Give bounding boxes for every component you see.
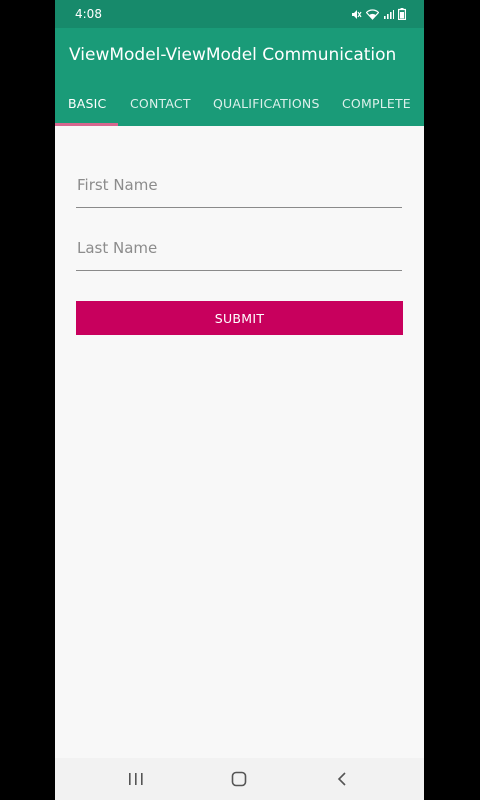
mute-icon xyxy=(351,9,362,20)
submit-button[interactable]: SUBMIT xyxy=(76,301,403,335)
app-title: ViewModel-ViewModel Communication xyxy=(69,45,397,65)
back-icon[interactable] xyxy=(333,770,353,788)
status-icons xyxy=(351,8,406,20)
form-content: SUBMIT xyxy=(55,126,424,758)
tab-contact[interactable]: CONTACT xyxy=(130,96,191,111)
tab-basic[interactable]: BASIC xyxy=(68,96,106,111)
wifi-icon xyxy=(366,8,379,20)
battery-icon xyxy=(398,8,406,20)
signal-icon xyxy=(383,9,394,20)
system-nav-bar xyxy=(55,758,424,800)
app-bar: ViewModel-ViewModel Communication BASIC … xyxy=(55,28,424,126)
last-name-field[interactable] xyxy=(76,231,402,271)
recents-icon[interactable] xyxy=(126,770,146,788)
phone-screen: 4:08 ViewModel-ViewModel Communication B… xyxy=(55,0,424,800)
status-bar: 4:08 xyxy=(55,0,424,28)
first-name-field[interactable] xyxy=(76,168,402,208)
tab-complete[interactable]: COMPLETE xyxy=(342,96,411,111)
home-icon[interactable] xyxy=(229,770,249,788)
tab-qualifications[interactable]: QUALIFICATIONS xyxy=(213,96,320,111)
tab-bar: BASIC CONTACT QUALIFICATIONS COMPLETE xyxy=(55,88,424,126)
status-time: 4:08 xyxy=(75,7,102,21)
